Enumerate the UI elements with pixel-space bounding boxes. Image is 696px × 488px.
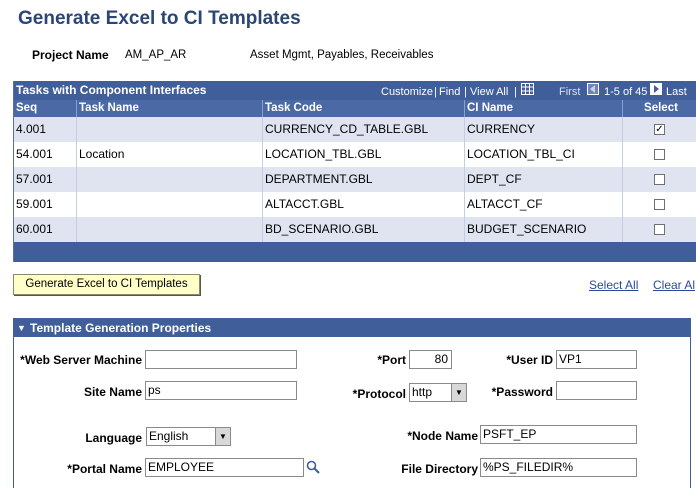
password-label: *Password [491,385,553,399]
customize-link[interactable]: Customize [381,86,433,98]
nav-separator: | [464,86,467,98]
cell-ci-name: ALTACCT_CF [465,192,623,217]
cell-task-name: Location [77,142,263,167]
panel-title: Template Generation Properties [30,321,212,335]
cell-task-name [77,217,263,242]
panel-header[interactable]: ▼ Template Generation Properties [14,319,690,337]
file-directory-field[interactable]: %PS_FILEDIR% [480,458,637,477]
collapse-icon[interactable]: ▼ [17,319,26,337]
protocol-value: http [412,385,433,399]
chevron-down-icon[interactable]: ▼ [451,384,466,401]
arrow-left-icon[interactable] [587,83,599,95]
port-label: *Port [377,353,406,367]
select-checkbox[interactable]: ✓ [654,124,665,135]
cell-ci-name: BUDGET_SCENARIO [465,217,623,242]
cell-ci-name: CURRENCY [465,117,623,142]
node-name-label: *Node Name [407,429,478,443]
generate-templates-button[interactable]: Generate Excel to CI Templates [13,274,200,295]
find-link[interactable]: Find [439,86,460,98]
cell-ci-name: LOCATION_TBL_CI [465,142,623,167]
select-checkbox[interactable] [654,149,665,160]
col-header-task-code[interactable]: Task Code [263,100,465,117]
cell-seq: 4.001 [14,117,77,142]
nav-separator: | [434,86,437,98]
file-directory-label: File Directory [401,462,478,476]
cell-task-code: BD_SCENARIO.GBL [263,217,465,242]
select-checkbox[interactable] [654,224,665,235]
cell-task-code: ALTACCT.GBL [263,192,465,217]
page-range: 1-5 of 45 [604,86,648,98]
language-select[interactable]: English ▼ [146,427,231,446]
cell-task-code: DEPARTMENT.GBL [263,167,465,192]
select-checkbox[interactable] [654,199,665,210]
site-name-label: Site Name [83,385,142,399]
cell-task-code: CURRENCY_CD_TABLE.GBL [263,117,465,142]
cell-task-name [77,192,263,217]
project-name-value: AM_AP_AR [125,49,187,61]
tasks-grid: Tasks with Component Interfaces Customiz… [13,81,696,262]
cell-task-code: LOCATION_TBL.GBL [263,142,465,167]
table-row: 54.001 Location LOCATION_TBL.GBL LOCATIO… [14,142,696,167]
chevron-down-icon[interactable]: ▼ [215,428,230,445]
grid-icon[interactable] [521,83,534,98]
nav-separator: | [514,86,517,98]
password-field[interactable] [556,381,637,400]
cell-seq: 60.001 [14,217,77,242]
col-header-select[interactable]: Select [623,100,696,117]
cell-ci-name: DEPT_CF [465,167,623,192]
table-row: 59.001 ALTACCT.GBL ALTACCT_CF [14,192,696,217]
protocol-label: *Protocol [352,387,406,401]
select-checkbox[interactable] [654,174,665,185]
protocol-select[interactable]: http ▼ [409,383,467,402]
user-id-field[interactable]: VP1 [556,350,637,369]
language-label: Language [85,431,142,445]
cell-seq: 59.001 [14,192,77,217]
first-label[interactable]: First [559,86,580,98]
project-description: Asset Mgmt, Payables, Receivables [250,49,434,61]
port-field[interactable]: 80 [409,350,452,369]
col-header-ci-name[interactable]: CI Name [465,100,623,117]
last-link[interactable]: Last [666,86,687,98]
portal-name-field[interactable]: EMPLOYEE [145,458,304,477]
cell-task-name [77,167,263,192]
cell-task-name [77,117,263,142]
grid-header-bar: Tasks with Component Interfaces Customiz… [14,81,696,100]
web-server-machine-field[interactable] [145,350,297,369]
page-title: Generate Excel to CI Templates [18,8,301,29]
table-row: 4.001 CURRENCY_CD_TABLE.GBL CURRENCY ✓ [14,117,696,142]
cell-seq: 54.001 [14,142,77,167]
user-id-label: *User ID [506,353,553,367]
clear-all-link[interactable]: Clear Al [653,278,695,292]
column-header-row: Seq Task Name Task Code CI Name Select [14,100,696,117]
view-all-link[interactable]: View All [470,86,508,98]
select-all-link[interactable]: Select All [589,278,638,292]
language-value: English [149,429,189,443]
web-server-machine-label: *Web Server Machine [20,353,142,367]
node-name-field[interactable]: PSFT_EP [480,425,637,444]
table-row: 57.001 DEPARTMENT.GBL DEPT_CF [14,167,696,192]
table-row: 60.001 BD_SCENARIO.GBL BUDGET_SCENARIO [14,217,696,242]
portal-name-label: *Portal Name [67,462,142,476]
grid-footer-bar [14,242,696,262]
project-name-label: Project Name [32,48,109,62]
site-name-field[interactable]: ps [145,381,297,400]
col-header-task-name[interactable]: Task Name [77,100,263,117]
search-icon[interactable] [306,460,320,477]
col-header-seq[interactable]: Seq [14,100,77,117]
grid-title: Tasks with Component Interfaces [16,83,207,97]
cell-seq: 57.001 [14,167,77,192]
arrow-right-icon[interactable] [650,83,662,95]
